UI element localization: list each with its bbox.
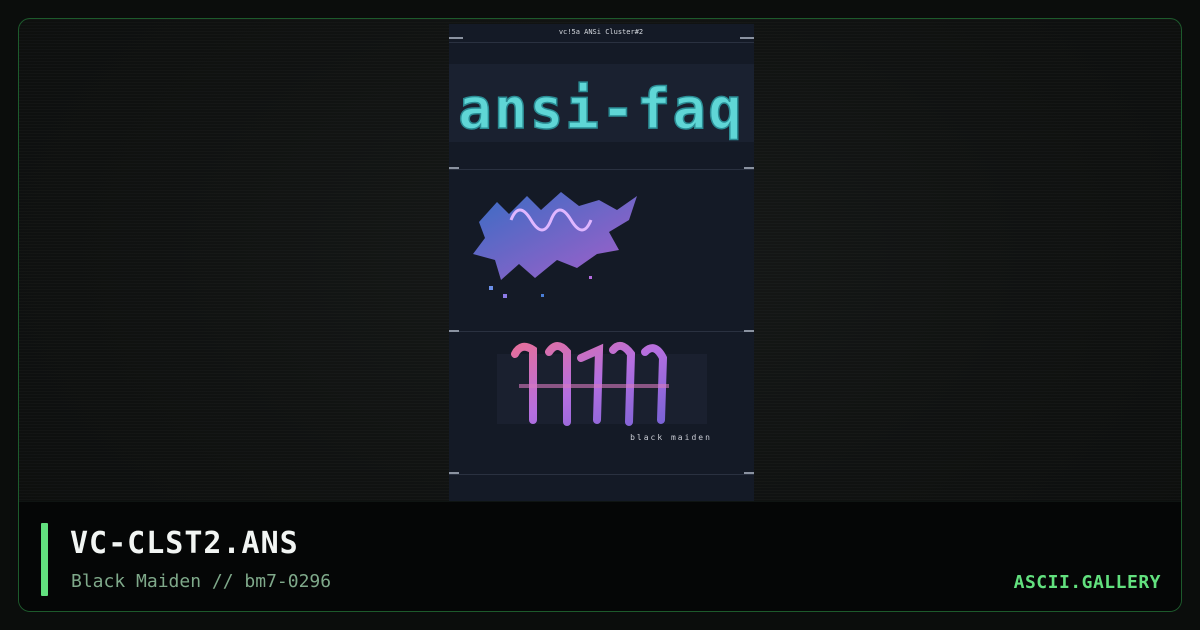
artwork-gothic-graphic: [497, 341, 707, 426]
accent-bar: [41, 523, 48, 596]
ansi-artwork-canvas: vc!5a ANSi Cluster#2 ansi-faq black maid…: [449, 24, 754, 502]
ansi-artwork-preview[interactable]: vc!5a ANSi Cluster#2 ansi-faq black maid…: [449, 24, 754, 502]
info-bar: VC-CLST2.ANS Black Maiden // bm7-0296 AS…: [19, 501, 1181, 611]
file-meta: Black Maiden // bm7-0296: [71, 571, 332, 592]
brand-label[interactable]: ASCII.GALLERY: [1014, 572, 1161, 593]
preview-card: vc!5a ANSi Cluster#2 ansi-faq black maid…: [18, 18, 1182, 612]
file-title: VC-CLST2.ANS: [70, 526, 299, 561]
artwork-credit-text: black maiden: [630, 433, 712, 442]
artwork-header-text: vc!5a ANSi Cluster#2: [559, 28, 643, 36]
artwork-logo-text: ansi-faq: [458, 77, 744, 142]
